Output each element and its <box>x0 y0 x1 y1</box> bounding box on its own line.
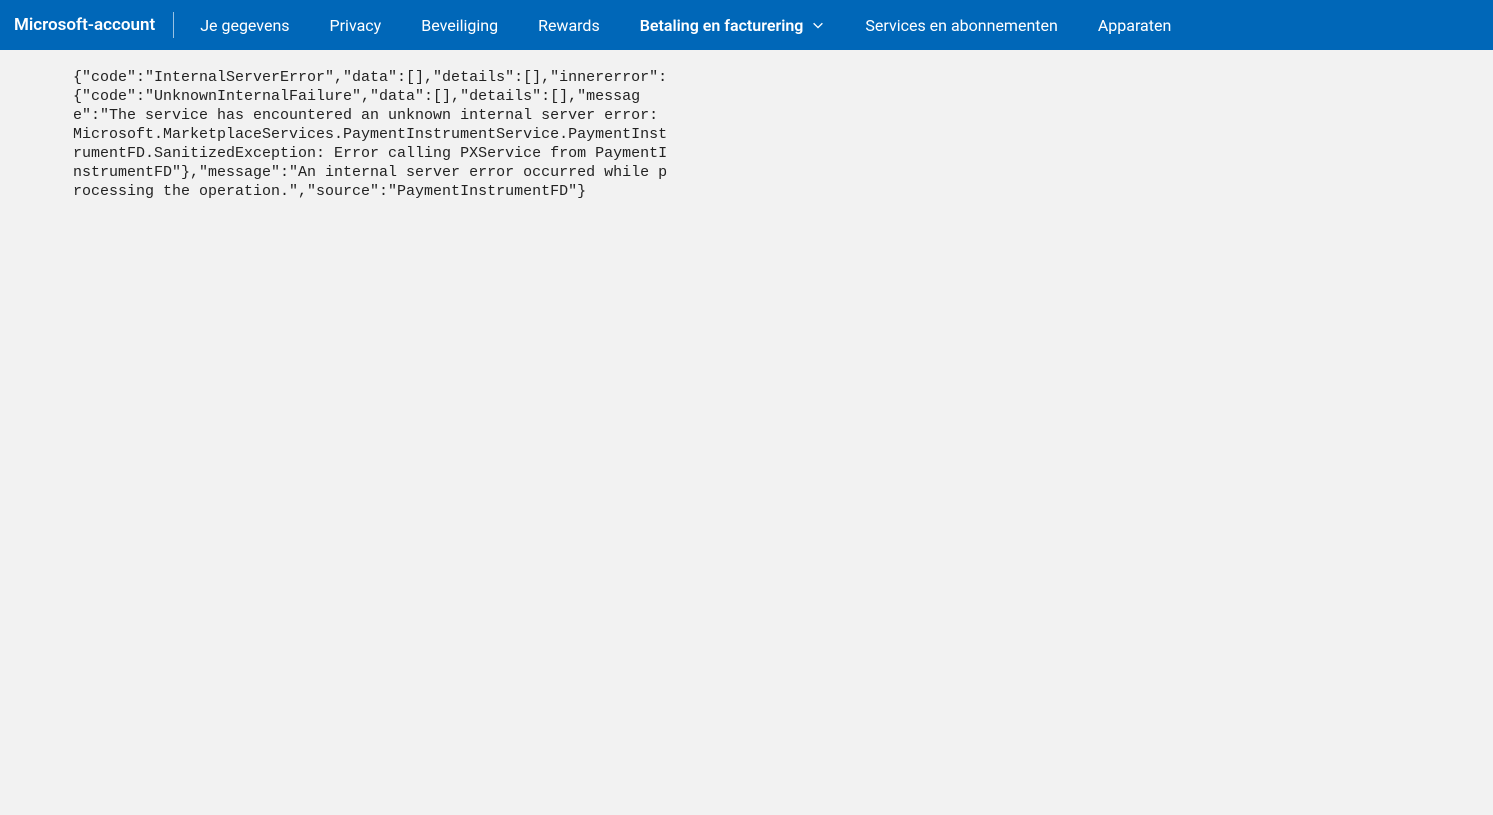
nav-item-services-en-abonnementen[interactable]: Services en abonnementen <box>845 0 1077 50</box>
nav-item-label: Je gegevens <box>200 16 289 35</box>
nav-item-label: Rewards <box>538 16 600 35</box>
nav-item-privacy[interactable]: Privacy <box>310 0 402 50</box>
nav-item-label: Betaling en facturering <box>640 16 804 35</box>
brand-link[interactable]: Microsoft-account <box>14 0 173 50</box>
nav-item-label: Services en abonnementen <box>865 16 1057 35</box>
nav-divider <box>173 12 174 38</box>
main-content: {"code":"InternalServerError","data":[],… <box>0 50 1493 201</box>
brand-label: Microsoft-account <box>14 15 155 35</box>
top-nav: Microsoft-account Je gegevens Privacy Be… <box>0 0 1493 50</box>
nav-item-betaling-en-facturering[interactable]: Betaling en facturering <box>620 0 846 50</box>
nav-item-apparaten[interactable]: Apparaten <box>1078 0 1191 50</box>
nav-item-beveiliging[interactable]: Beveiliging <box>401 0 518 50</box>
nav-item-label: Beveiliging <box>421 16 498 35</box>
error-json-text: {"code":"InternalServerError","data":[],… <box>73 68 675 201</box>
nav-item-je-gegevens[interactable]: Je gegevens <box>180 0 309 50</box>
nav-item-rewards[interactable]: Rewards <box>518 0 620 50</box>
nav-item-label: Apparaten <box>1098 16 1171 35</box>
nav-item-label: Privacy <box>330 16 382 35</box>
chevron-down-icon <box>811 18 825 32</box>
